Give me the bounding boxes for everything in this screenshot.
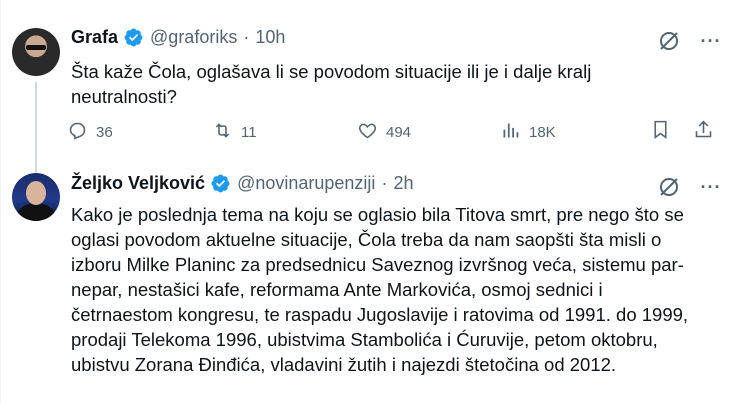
tweet2-text-line: ubistvu Zorana Đinđića, vladavini žutih … [71, 354, 617, 375]
reply-count: 36 [96, 123, 113, 141]
tweet2-text-line: četrnaestom kongresu, te raspadu Jugosla… [71, 304, 689, 325]
tweet2-text-line: nepar, nestašici kafe, reformama Ante Ma… [71, 279, 603, 300]
author-handle[interactable]: @novinarupenziji [237, 173, 375, 194]
separator-dot: · [243, 27, 250, 47]
retweet-icon [212, 120, 241, 145]
author-handle[interactable]: @graforiks [150, 27, 237, 48]
reply-icon [67, 120, 96, 145]
avatar-zeljko[interactable] [12, 173, 60, 221]
more-icon[interactable]: ··· [698, 174, 724, 200]
tweet-time[interactable]: 10h [255, 27, 285, 48]
verified-badge-icon [123, 27, 144, 48]
like-button[interactable]: 494 [357, 120, 500, 145]
like-count: 494 [386, 123, 412, 141]
tweet1-end-actions [650, 119, 714, 145]
tweet2-text-line: oglasi povodom aktuelne situacije, Čola … [71, 229, 662, 250]
share-icon[interactable] [693, 119, 714, 145]
tweet-time[interactable]: 2h [393, 173, 413, 194]
grok-icon[interactable] [656, 174, 682, 200]
tweet1-top-actions: ··· [656, 28, 724, 54]
bookmark-icon[interactable] [650, 119, 671, 145]
tweet2-header: Željko Veljković @novinarupenziji · 2h [71, 173, 413, 194]
thread-connector-line [35, 82, 37, 172]
tweet2-text-line: Kako je poslednja tema na koju se oglasi… [71, 204, 684, 225]
retweet-count: 11 [241, 123, 257, 141]
like-icon [357, 120, 386, 145]
tweet1-header: Grafa @graforiks · 10h [71, 27, 285, 48]
tweet2-text-line: izboru Milke Planinc za predsednicu Save… [71, 254, 684, 275]
tweet1-text-line: Šta kaže Čola, oglašava li se povodom si… [71, 61, 592, 82]
author-name[interactable]: Grafa [71, 27, 118, 48]
tweet1-text-line: neutralnosti? [71, 86, 177, 107]
more-icon[interactable]: ··· [698, 28, 724, 54]
verified-badge-icon [210, 173, 231, 194]
author-name[interactable]: Željko Veljković [71, 173, 205, 194]
tweet2-top-actions: ··· [656, 174, 724, 200]
timeline: Grafa @graforiks · 10h ··· Šta kaže Čola… [0, 0, 746, 403]
reply-button[interactable]: 36 [67, 120, 212, 145]
views-icon [500, 120, 529, 145]
separator-dot: · [381, 173, 388, 193]
view-count: 18K [529, 123, 556, 141]
tweet1-text: Šta kaže Čola, oglašava li se povodom si… [71, 59, 728, 109]
grok-icon[interactable] [656, 28, 682, 54]
tweet1-action-bar: 36 11 494 18K [67, 118, 714, 146]
views-button[interactable]: 18K [500, 120, 645, 145]
retweet-button[interactable]: 11 [212, 120, 357, 145]
tweet2-text-line: prodaji Telekoma 1996, ubistvima Stambol… [71, 329, 658, 350]
avatar-grafa[interactable] [12, 28, 60, 76]
tweet2-text: Kako je poslednja tema na koju se oglasi… [71, 202, 728, 377]
